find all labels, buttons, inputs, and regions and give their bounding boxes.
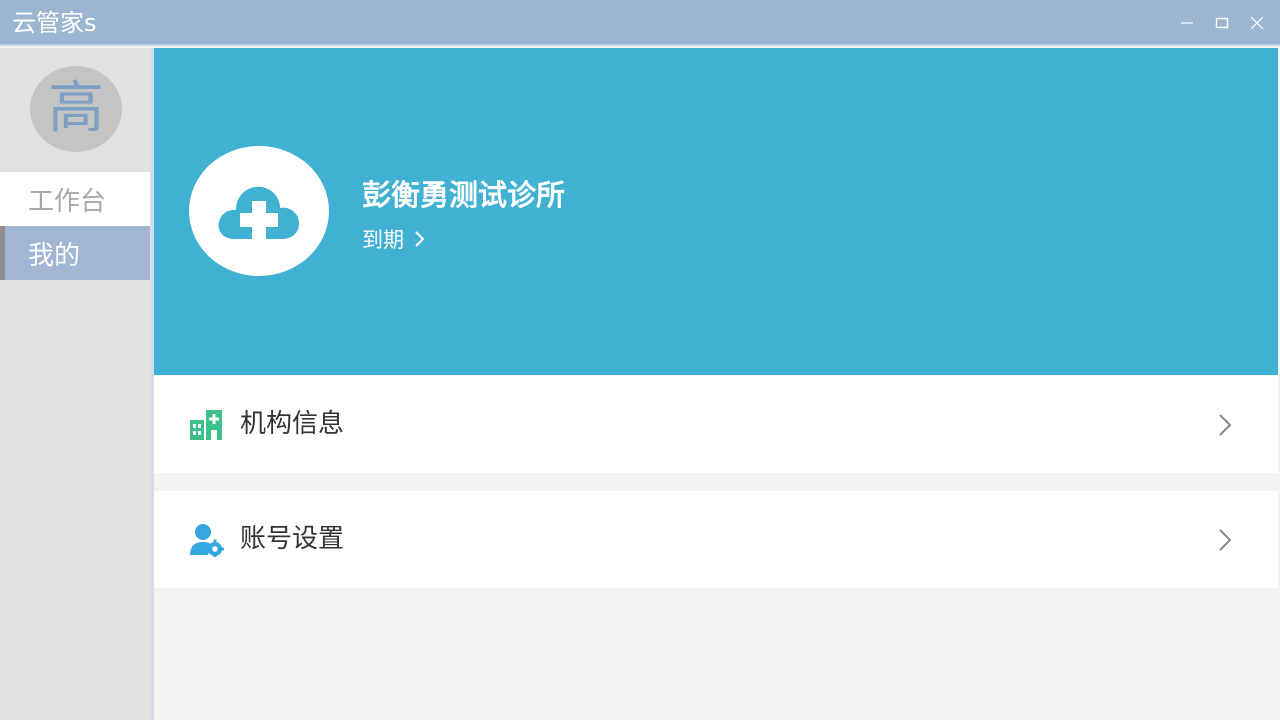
chevron-right-icon [1219,414,1232,436]
clinic-logo [189,146,329,276]
app-window: 云管家s 高 工作台 我的 彭衡勇测试诊所 到期 机构信息 账号设置 [0,0,1280,720]
maximize-icon [1215,17,1229,29]
title-bar[interactable]: 云管家s [0,0,1280,46]
maximize-button[interactable] [1210,11,1234,35]
sidebar: 高 工作台 我的 [0,48,152,720]
avatar-text: 高 [48,76,104,141]
chevron-right-icon [415,231,425,247]
minimize-button[interactable] [1175,11,1199,35]
close-button[interactable] [1245,11,1269,35]
app-title: 云管家s [12,9,97,37]
user-gear-icon [190,524,224,557]
close-icon [1250,16,1264,30]
expire-link[interactable]: 到期 [362,224,426,254]
sidebar-item-workbench[interactable]: 工作台 [0,172,150,226]
menu-item-account-settings[interactable]: 账号设置 [154,491,1278,588]
chevron-right-icon [1219,529,1232,551]
menu-item-label: 机构信息 [240,409,345,439]
sidebar-item-label: 我的 [28,240,81,271]
avatar[interactable]: 高 [30,66,122,152]
cloud-plus-icon [218,186,300,239]
minimize-icon [1181,22,1193,24]
profile-banner: 彭衡勇测试诊所 到期 [154,48,1278,375]
clinic-name: 彭衡勇测试诊所 [362,178,566,212]
main-content: 彭衡勇测试诊所 到期 机构信息 账号设置 [154,48,1280,720]
menu-item-org-info[interactable]: 机构信息 [154,376,1278,473]
sidebar-item-mine[interactable]: 我的 [0,226,150,280]
menu-item-label: 账号设置 [240,524,345,554]
expire-label: 到期 [362,228,404,252]
building-icon [190,410,222,440]
sidebar-item-label: 工作台 [28,186,107,217]
